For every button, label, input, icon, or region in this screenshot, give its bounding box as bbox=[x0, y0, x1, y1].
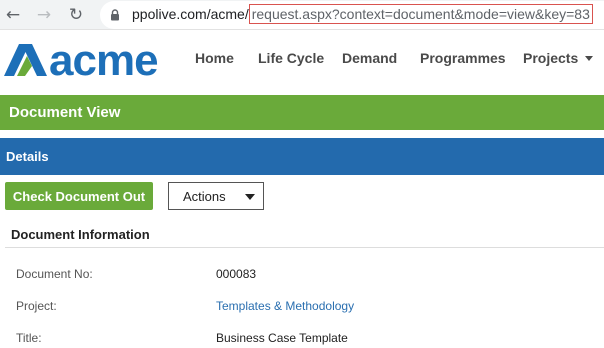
nav-projects-label: Projects bbox=[523, 50, 579, 66]
page-title-bar: Document View bbox=[0, 95, 604, 130]
back-arrow-icon[interactable]: ← bbox=[3, 5, 23, 25]
nav-life-cycle[interactable]: Life Cycle bbox=[258, 50, 324, 66]
nav-projects[interactable]: Projects bbox=[523, 50, 594, 66]
title-value: Business Case Template bbox=[216, 331, 348, 345]
lock-icon bbox=[111, 9, 119, 21]
actions-label: Actions bbox=[183, 188, 226, 204]
url-path-highlighted: request.aspx?context=document&mode=view&… bbox=[248, 4, 593, 24]
title-label: Title: bbox=[16, 331, 42, 345]
page-title: Document View bbox=[9, 104, 121, 121]
logo-wordmark: acme bbox=[49, 40, 158, 80]
chevron-down-icon bbox=[245, 194, 255, 200]
document-no-value: 000083 bbox=[216, 267, 257, 281]
nav-demand[interactable]: Demand bbox=[342, 50, 397, 66]
project-link[interactable]: Templates & Methodology bbox=[216, 299, 354, 313]
check-document-out-button[interactable]: Check Document Out bbox=[5, 182, 153, 210]
reload-icon[interactable]: ↻ bbox=[66, 5, 86, 25]
document-no-label: Document No: bbox=[16, 267, 93, 281]
nav-programmes[interactable]: Programmes bbox=[420, 50, 506, 66]
section-header: Details bbox=[0, 138, 604, 175]
section-title: Details bbox=[6, 149, 49, 164]
url-text[interactable]: ppolive.com/acme/request.aspx?context=do… bbox=[132, 4, 593, 24]
project-label: Project: bbox=[16, 299, 57, 313]
browser-toolbar: ← → ↻ ppolive.com/acme/request.aspx?cont… bbox=[0, 0, 604, 30]
caret-down-icon bbox=[585, 55, 594, 61]
document-information-heading: Document Information bbox=[11, 227, 150, 242]
actions-dropdown-button[interactable]: Actions bbox=[168, 182, 264, 210]
divider bbox=[5, 247, 604, 248]
forward-arrow-icon[interactable]: → bbox=[34, 5, 54, 25]
nav-home[interactable]: Home bbox=[195, 50, 234, 66]
address-bar[interactable]: ppolive.com/acme/request.aspx?context=do… bbox=[100, 1, 604, 29]
acme-logo[interactable]: acme bbox=[4, 40, 182, 80]
url-host: ppolive.com/acme/ bbox=[132, 6, 249, 22]
site-header: acme Home Life Cycle Demand Programmes P… bbox=[0, 30, 604, 88]
